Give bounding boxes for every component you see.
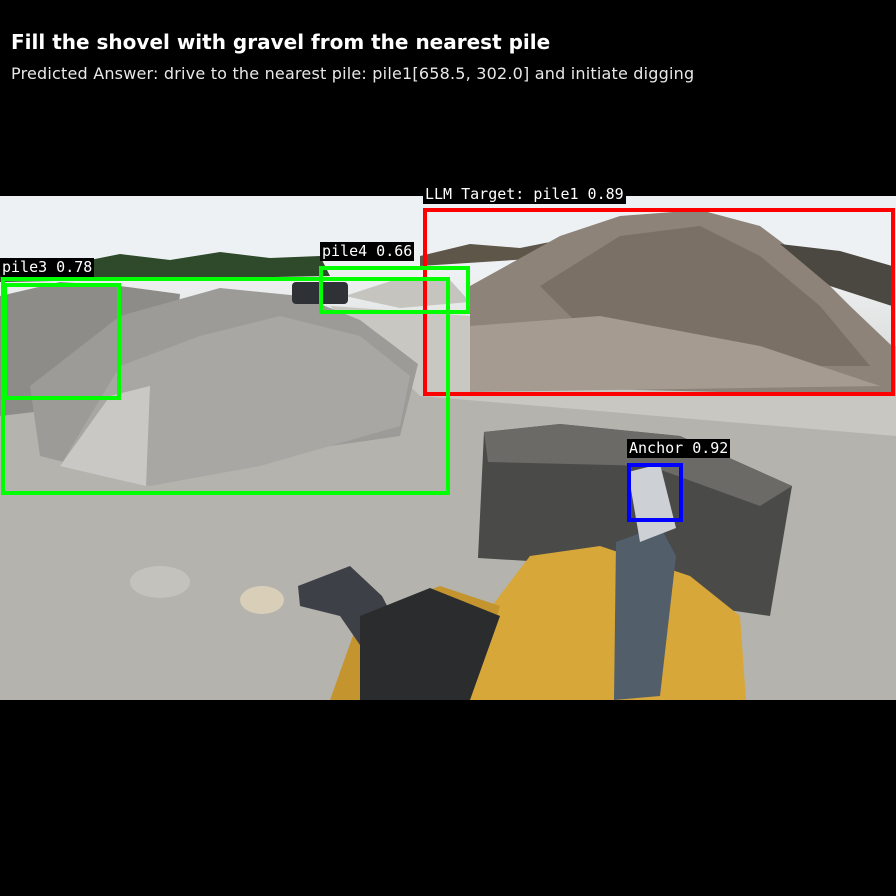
- camera-frame: [0, 196, 896, 700]
- pile1-bounding-box: [423, 208, 895, 396]
- task-title: Fill the shovel with gravel from the nea…: [11, 30, 551, 54]
- anchor-detection-label: Anchor 0.92: [627, 439, 731, 458]
- pile3-detection-label: pile3 0.78: [0, 258, 95, 277]
- anchor-bounding-box: [627, 463, 683, 522]
- footer-bar: [0, 700, 896, 896]
- header-bar: Fill the shovel with gravel from the nea…: [0, 0, 896, 196]
- predicted-answer: Predicted Answer: drive to the nearest p…: [11, 64, 695, 83]
- pile4-detection-label: pile4 0.66: [320, 242, 415, 261]
- pile4-bounding-box: [319, 266, 470, 314]
- pile1-detection-label: LLM Target: pile1 0.89: [423, 185, 626, 204]
